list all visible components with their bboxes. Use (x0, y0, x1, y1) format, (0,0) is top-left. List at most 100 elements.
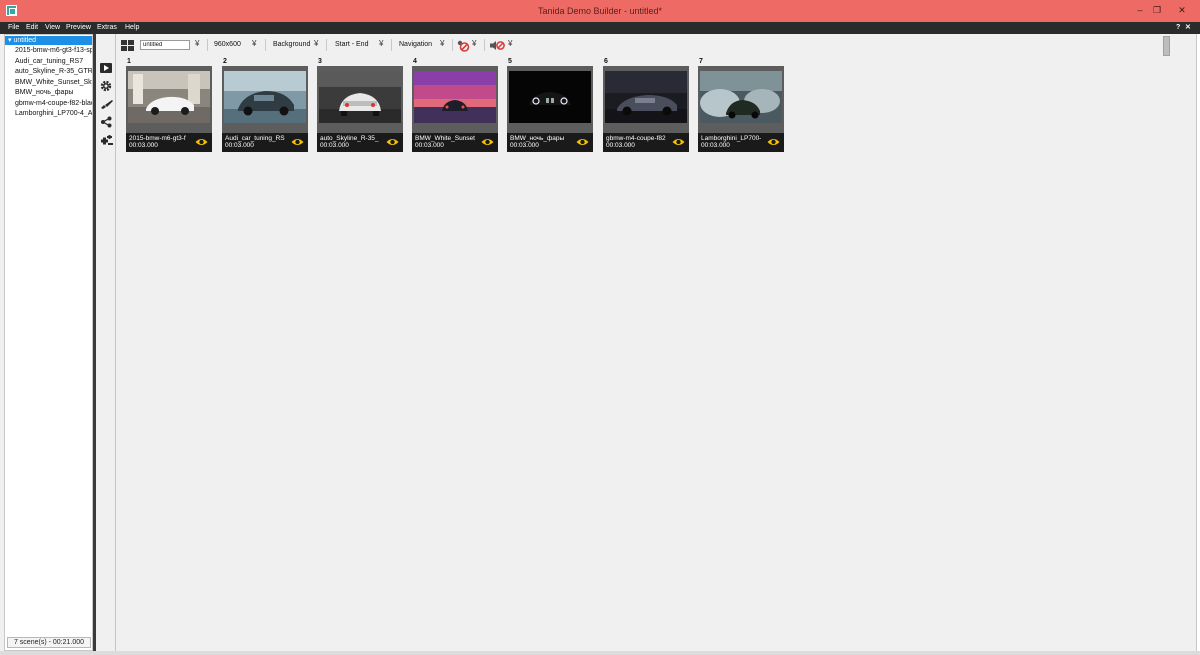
scene-number: 4 (413, 58, 417, 65)
gear-icon[interactable] (99, 79, 113, 93)
scene-card[interactable]: 7 Lamborghini_LP700- 00:03.000 (698, 58, 784, 152)
scene-thumbnail[interactable] (700, 71, 782, 123)
side-toolbar (96, 34, 116, 651)
toolbar-divider (326, 39, 327, 51)
chevron-down-icon[interactable]: ¥ (508, 39, 512, 49)
help-question-button[interactable]: ? (1176, 22, 1180, 34)
chevron-down-icon[interactable]: ¥ (440, 39, 444, 49)
scene-number: 5 (508, 58, 512, 65)
scene-number: 6 (604, 58, 608, 65)
play-icon[interactable] (99, 61, 113, 75)
scene-card[interactable]: 4 BMW_White_Sunset 00:03.000 (412, 58, 498, 152)
scene-thumbnail[interactable] (128, 71, 210, 123)
visibility-eye-icon[interactable] (195, 137, 208, 147)
scene-card[interactable]: 3 auto_Skyline_R-35_ 00:03.000 (317, 58, 403, 152)
close-button[interactable]: ✕ (1175, 4, 1189, 16)
minimize-button[interactable]: ‒ (1133, 4, 1147, 16)
tree-root-label: untitled (13, 37, 37, 44)
menu-help[interactable]: Help (125, 23, 139, 33)
scene-thumbnail[interactable] (224, 71, 306, 123)
share-icon[interactable] (99, 115, 113, 129)
visibility-eye-icon[interactable] (291, 137, 304, 147)
chevron-down-icon[interactable]: ¥ (379, 39, 383, 49)
tree-item[interactable]: auto_Skyline_R-35_GTR_ (15, 67, 92, 77)
menu-file[interactable]: File (8, 23, 19, 33)
expand-arrow-icon[interactable]: ▾ (8, 37, 12, 44)
scene-thumbnail[interactable] (509, 71, 591, 123)
chevron-down-icon[interactable]: ¥ (314, 39, 318, 49)
toolbar-divider (452, 39, 453, 51)
scene-card[interactable]: 6 gbmw-m4-coupe-f82 00:03.000 (603, 58, 689, 152)
scene-grid: 1 2015-bmw-m6-gt3-f 00:03.000 2 Audi_car… (117, 56, 1162, 651)
scene-thumbnail[interactable] (319, 71, 401, 123)
scene-caption: auto_Skyline_R-35_ 00:03.000 (317, 133, 403, 152)
scene-tree-panel: ▾ untitled 2015-bmw-m6-gt3-f13-sp Audi_c… (4, 34, 93, 651)
tree-root-untitled[interactable]: ▾ untitled (5, 36, 92, 45)
window-right-edge (1196, 34, 1200, 651)
title-bar: Tanida Demo Builder - untitled* ‒ ❐ ✕ (0, 0, 1200, 22)
vertical-scrollbar[interactable] (1162, 34, 1171, 651)
tree-item[interactable]: BMW_ночь_фары (15, 88, 92, 98)
background-button[interactable]: Background (273, 40, 310, 50)
scene-duration: 00:03.000 (225, 142, 254, 149)
menu-view[interactable]: View (45, 23, 60, 33)
visibility-eye-icon[interactable] (481, 137, 494, 147)
menu-edit[interactable]: Edit (26, 23, 38, 33)
window-bottom-edge (0, 651, 1200, 655)
scene-caption: Lamborghini_LP700- 00:03.000 (698, 133, 784, 152)
no-audio-icon[interactable] (490, 40, 505, 51)
scene-caption: gbmw-m4-coupe-f82 00:03.000 (603, 133, 689, 152)
chevron-down-icon[interactable]: ¥ (195, 39, 199, 49)
scene-caption: Audi_car_tuning_RS 00:03.000 (222, 133, 308, 152)
tree-item[interactable]: Audi_car_tuning_RS7 (15, 57, 92, 67)
visibility-eye-icon[interactable] (672, 137, 685, 147)
visibility-eye-icon[interactable] (576, 137, 589, 147)
scene-card[interactable]: 1 2015-bmw-m6-gt3-f 00:03.000 (126, 58, 212, 152)
scene-duration: 00:03.000 (606, 142, 635, 149)
start-end-button[interactable]: Start - End (335, 40, 368, 50)
scene-duration: 00:03.000 (701, 142, 730, 149)
project-name-input[interactable] (140, 40, 190, 50)
scene-duration: 00:03.000 (129, 142, 158, 149)
scene-thumbnail[interactable] (414, 71, 496, 123)
scrollbar-thumb[interactable] (1163, 36, 1170, 56)
toolbar-divider (207, 39, 208, 51)
add-scene-icon[interactable] (99, 134, 113, 148)
document-close-button[interactable]: ✕ (1185, 22, 1191, 34)
scene-toolbar: ¥ 960x600 ¥ Background ¥ Start - End ¥ N… (117, 34, 1200, 56)
menu-preview[interactable]: Preview (66, 23, 91, 33)
scene-card[interactable]: 5 BMW_ночь_фары 00:03.000 (507, 58, 593, 152)
toolbar-divider (265, 39, 266, 51)
toolbar-divider (484, 39, 485, 51)
window-title: Tanida Demo Builder - untitled* (537, 6, 663, 16)
tree-item[interactable]: Lamborghini_LP700-4_Av (15, 109, 92, 119)
scene-duration: 00:03.000 (510, 142, 539, 149)
chevron-down-icon[interactable]: ¥ (472, 39, 476, 49)
scene-number: 7 (699, 58, 703, 65)
menu-extras[interactable]: Extras (97, 23, 117, 33)
scene-duration: 00:03.000 (320, 142, 349, 149)
scene-caption: BMW_White_Sunset 00:03.000 (412, 133, 498, 152)
no-cursor-icon[interactable] (457, 40, 470, 52)
scene-count-status: 7 scene(s) - 00:21.000 (7, 637, 91, 648)
navigation-button[interactable]: Navigation (399, 40, 432, 50)
scene-caption: 2015-bmw-m6-gt3-f 00:03.000 (126, 133, 212, 152)
scene-number: 3 (318, 58, 322, 65)
chevron-down-icon[interactable]: ¥ (252, 39, 256, 49)
scene-thumbnail[interactable] (605, 71, 687, 123)
scene-card[interactable]: 2 Audi_car_tuning_RS 00:03.000 (222, 58, 308, 152)
scene-duration: 00:03.000 (415, 142, 444, 149)
grid-view-icon[interactable] (121, 40, 134, 51)
restore-button[interactable]: ❐ (1150, 4, 1164, 16)
menu-bar: File Edit View Preview Extras Help ? ✕ (0, 22, 1200, 34)
resolution-button[interactable]: 960x600 (214, 40, 241, 50)
tree-item[interactable]: BMW_White_Sunset_Sky (15, 78, 92, 88)
brush-icon[interactable] (99, 97, 113, 111)
visibility-eye-icon[interactable] (767, 137, 780, 147)
visibility-eye-icon[interactable] (386, 137, 399, 147)
toolbar-divider (391, 39, 392, 51)
scene-number: 1 (127, 58, 131, 65)
scene-caption: BMW_ночь_фары 00:03.000 (507, 133, 593, 152)
tree-item[interactable]: 2015-bmw-m6-gt3-f13-sp (15, 46, 92, 56)
tree-item[interactable]: gbmw-m4-coupe-f82-blac (15, 99, 92, 109)
